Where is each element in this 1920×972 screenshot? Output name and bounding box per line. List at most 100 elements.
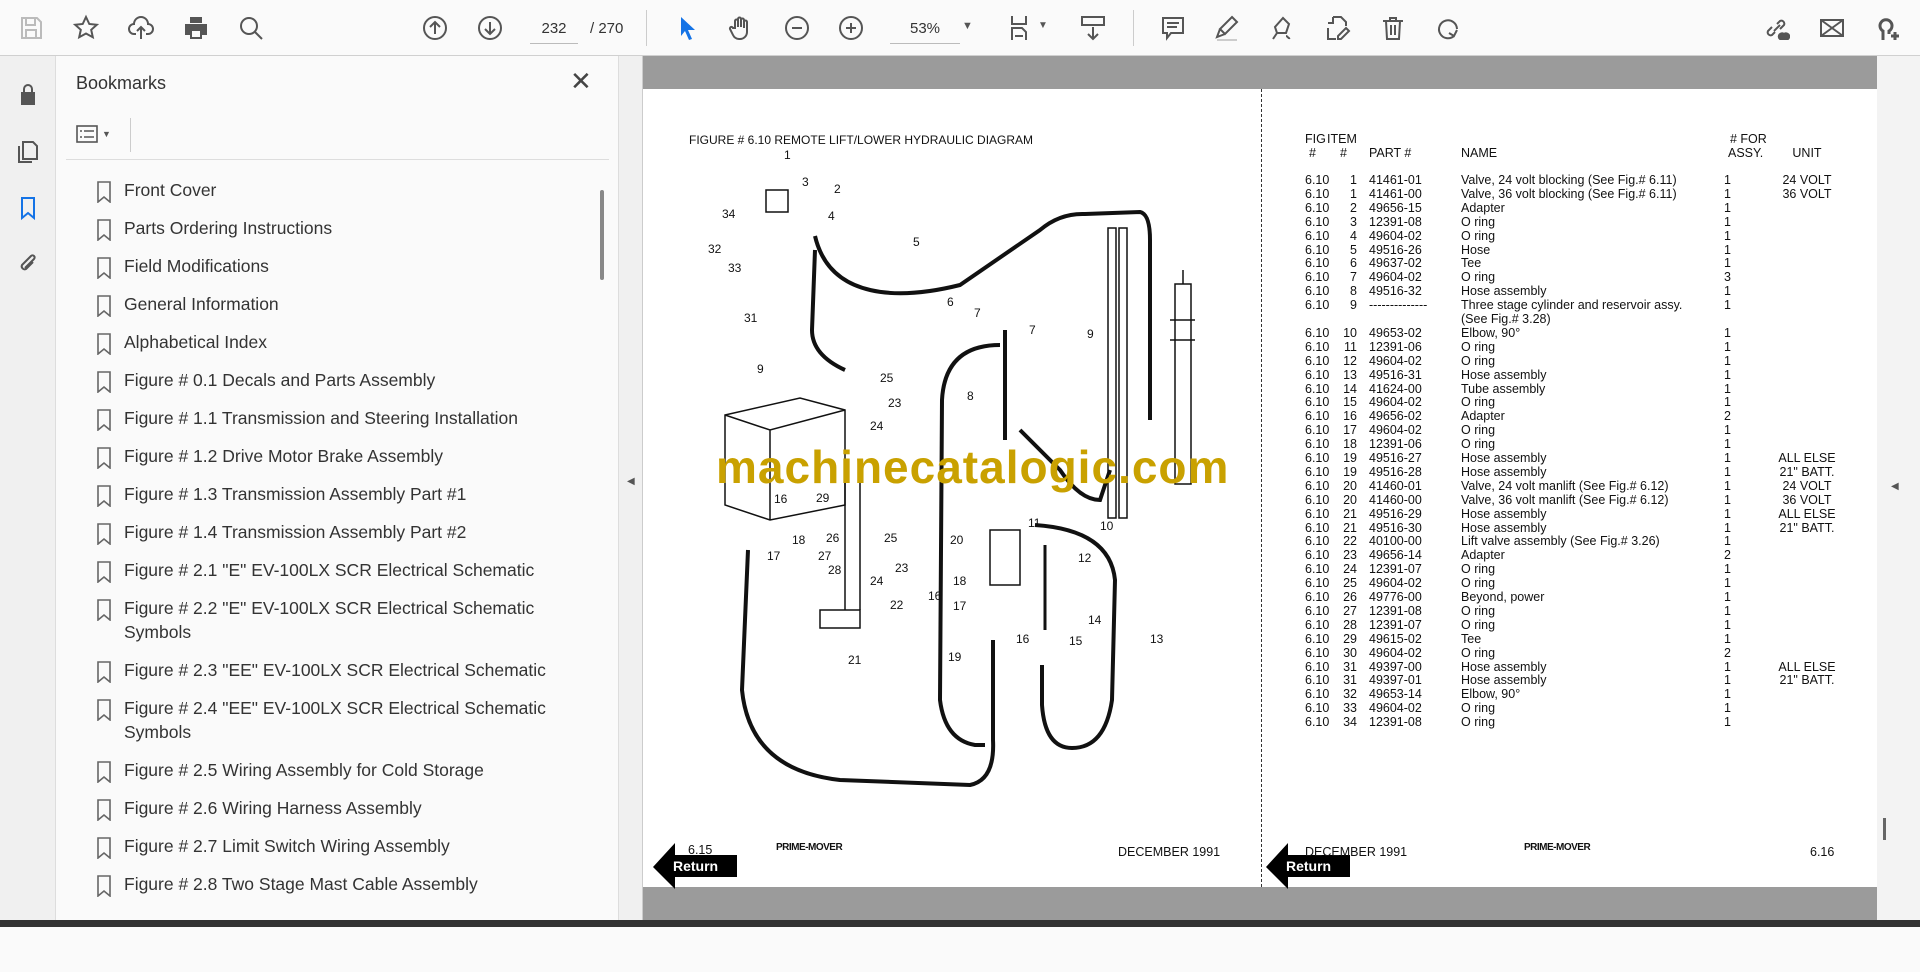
bookmark-item[interactable]: Figure # 1.2 Drive Motor Brake Assembly: [56, 438, 586, 476]
previous-page-icon[interactable]: [419, 12, 451, 44]
quantity-cell: 1: [1724, 701, 1731, 716]
share-link-icon[interactable]: [1760, 12, 1792, 44]
bookmark-item[interactable]: Figure # 2.6 Wiring Harness Assembly: [56, 790, 586, 828]
item-cell: 34: [1343, 715, 1357, 730]
zoom-out-icon[interactable]: [781, 12, 813, 44]
save-icon[interactable]: [15, 12, 47, 44]
page-number-right: 6.16: [1810, 845, 1835, 859]
add-user-icon[interactable]: [1871, 12, 1903, 44]
expand-panel-icon[interactable]: ◀: [1891, 481, 1899, 492]
upload-icon[interactable]: [125, 12, 157, 44]
pages-thumbnail-icon[interactable]: [12, 136, 44, 168]
bookmark-item[interactable]: Front Cover: [56, 172, 586, 210]
fig-cell: 6.10: [1305, 715, 1330, 730]
edit-pdf-icon[interactable]: [1322, 12, 1354, 44]
attachments-icon[interactable]: [12, 248, 44, 280]
part-number-cell: 49604-02: [1369, 270, 1422, 285]
quantity-cell: 1: [1724, 687, 1731, 702]
collapse-panel-icon[interactable]: ◀: [627, 476, 635, 487]
item-cell: 20: [1343, 492, 1357, 507]
bookmarks-panel-icon[interactable]: [12, 192, 44, 224]
bookmark-item[interactable]: Figure # 0.1 Decals and Parts Assembly: [56, 362, 586, 400]
bookmark-label: Figure # 1.3 Transmission Assembly Part …: [124, 484, 467, 504]
header-fig-hash: #: [1309, 146, 1316, 160]
fig-cell: 6.10: [1305, 200, 1330, 215]
lock-icon[interactable]: [12, 78, 44, 110]
bookmark-item[interactable]: Figure # 2.2 "E" EV-100LX SCR Electrical…: [56, 590, 586, 652]
highlight-icon[interactable]: [1211, 12, 1243, 44]
fig-cell: 6.10: [1305, 562, 1330, 577]
fit-page-dropdown-icon[interactable]: ▼: [1038, 20, 1048, 31]
bookmark-icon: [97, 447, 111, 469]
scrollbar-thumb[interactable]: [1883, 818, 1886, 840]
rotate-icon[interactable]: [1432, 12, 1464, 44]
bookmark-icon: [97, 799, 111, 821]
bookmark-icon: [97, 599, 111, 621]
bookmark-star-icon[interactable]: [70, 12, 102, 44]
bookmark-label: Figure # 2.7 Limit Switch Wiring Assembl…: [124, 836, 450, 856]
part-number-cell: 49516-32: [1369, 284, 1422, 299]
unit-cell: ALL ELSE: [1778, 506, 1836, 521]
fig-cell: 6.10: [1305, 270, 1330, 285]
name-cell: O ring: [1461, 270, 1496, 285]
quantity-cell: 1: [1724, 617, 1731, 632]
item-cell: 1: [1350, 173, 1357, 187]
unit-cell: ALL ELSE: [1778, 451, 1836, 465]
chevron-down-icon[interactable]: ▼: [962, 20, 973, 32]
bookmark-item[interactable]: Figure # 1.4 Transmission Assembly Part …: [56, 514, 586, 552]
zoom-level-select[interactable]: 53%: [890, 20, 960, 44]
item-cell: 29: [1343, 631, 1357, 646]
document-scrollbar[interactable]: ◀: [1877, 56, 1920, 927]
print-icon[interactable]: [180, 12, 212, 44]
part-number-cell: 40100-00: [1369, 534, 1422, 549]
divider: [130, 118, 131, 152]
sign-icon[interactable]: [1267, 12, 1299, 44]
header-item: ITEM: [1327, 132, 1357, 146]
item-cell: 33: [1343, 701, 1357, 716]
next-page-icon[interactable]: [474, 12, 506, 44]
bookmark-icon: [97, 699, 111, 721]
bookmark-item[interactable]: Figure # 1.1 Transmission and Steering I…: [56, 400, 586, 438]
bookmark-icon: [97, 523, 111, 545]
name-cell: O ring: [1461, 576, 1496, 591]
item-cell: 18: [1343, 437, 1357, 452]
unit-cell: 21" BATT.: [1779, 520, 1835, 535]
unit-cell: 24 VOLT: [1782, 478, 1832, 493]
bookmark-item[interactable]: Figure # 2.1 "E" EV-100LX SCR Electrical…: [56, 552, 586, 590]
bookmark-item[interactable]: Figure # 2.8 Two Stage Mast Cable Assemb…: [56, 866, 586, 904]
comment-icon[interactable]: [1157, 12, 1189, 44]
fig-cell: 6.10: [1305, 492, 1330, 507]
bookmark-list: Front Cover Parts Ordering Instructions Fi…: [56, 172, 586, 972]
name-cell: Hose assembly: [1461, 659, 1547, 674]
bookmark-item[interactable]: Figure # 2.7 Limit Switch Wiring Assembl…: [56, 828, 586, 866]
bookmark-item[interactable]: Field Modifications: [56, 248, 586, 286]
bookmark-item[interactable]: Figure # 2.3 "EE" EV-100LX SCR Electrica…: [56, 652, 586, 690]
hand-icon[interactable]: [725, 12, 757, 44]
page-number-input[interactable]: [530, 14, 578, 44]
zoom-in-icon[interactable]: [835, 12, 867, 44]
bookmark-icon: [97, 875, 111, 897]
bookmark-item[interactable]: Figure # 1.3 Transmission Assembly Part …: [56, 476, 586, 514]
part-number-cell: 49653-02: [1369, 325, 1422, 340]
delete-icon[interactable]: [1377, 12, 1409, 44]
bookmark-label: Figure # 2.8 Two Stage Mast Cable Assemb…: [124, 874, 478, 894]
fig-cell: 6.10: [1305, 339, 1330, 354]
find-icon[interactable]: [235, 12, 267, 44]
bookmark-label: Figure # 2.2 "E" EV-100LX SCR Electrical…: [124, 598, 535, 642]
bookmark-icon: [97, 219, 111, 241]
bookmark-item[interactable]: Parts Ordering Instructions: [56, 210, 586, 248]
fit-page-icon[interactable]: [1004, 12, 1036, 44]
fig-cell: 6.10: [1305, 186, 1330, 201]
panel-splitter[interactable]: ◀: [619, 56, 643, 927]
close-icon[interactable]: ✕: [570, 66, 592, 97]
scroll-mode-icon[interactable]: [1077, 12, 1109, 44]
email-icon[interactable]: [1816, 12, 1848, 44]
bookmark-item[interactable]: Alphabetical Index: [56, 324, 586, 362]
bookmark-item[interactable]: General Information: [56, 286, 586, 324]
item-cell: 19: [1343, 464, 1357, 479]
select-cursor-icon[interactable]: [672, 12, 704, 44]
bookmark-item[interactable]: Figure # 2.4 "EE" EV-100LX SCR Electrica…: [56, 690, 586, 752]
bookmark-options-button[interactable]: ▼: [76, 118, 124, 150]
bookmarks-scrollbar[interactable]: [600, 190, 604, 280]
bookmark-item[interactable]: Figure # 2.5 Wiring Assembly for Cold St…: [56, 752, 586, 790]
